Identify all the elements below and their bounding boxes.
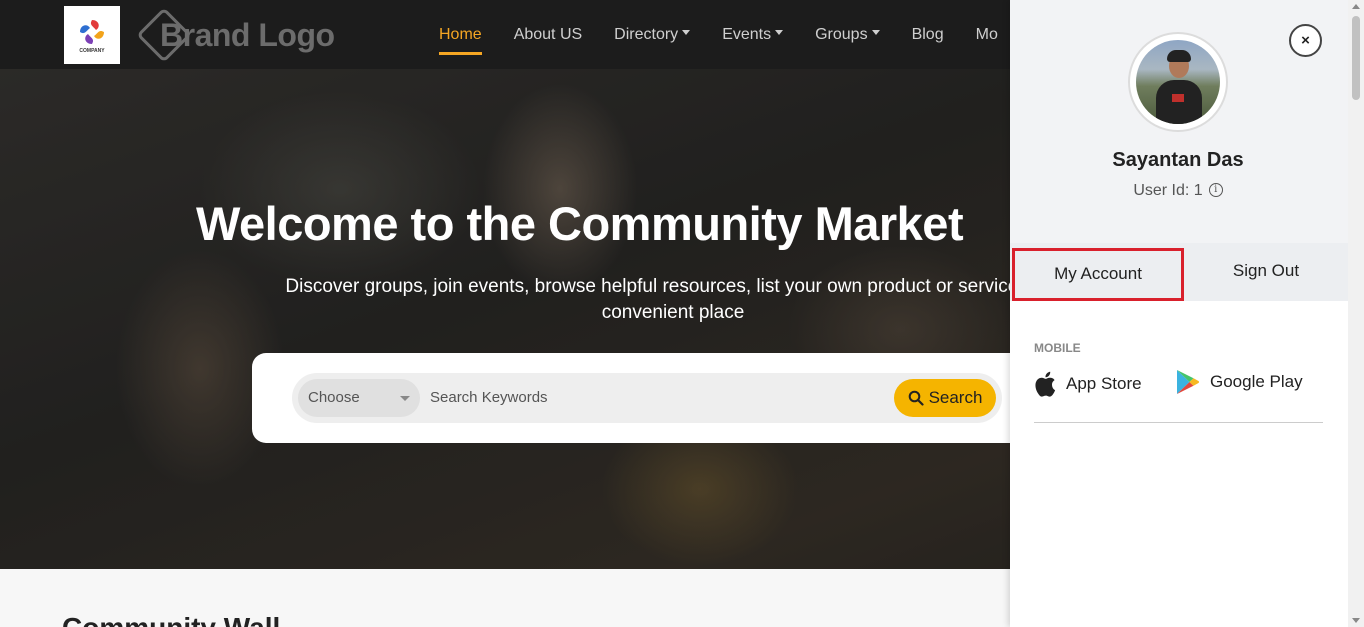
app-store-link[interactable]: App Store bbox=[1034, 371, 1142, 397]
search-card: Choose Search bbox=[252, 353, 1032, 443]
brand-logo-text: Brand Logo bbox=[160, 16, 335, 53]
google-play-label: Google Play bbox=[1210, 372, 1303, 391]
avatar-hair bbox=[1167, 50, 1191, 62]
search-bar: Choose Search bbox=[292, 373, 1002, 423]
apple-icon bbox=[1035, 371, 1056, 397]
company-logo[interactable]: COMPANY bbox=[64, 6, 120, 64]
info-icon[interactable]: i bbox=[1208, 182, 1223, 197]
account-tabs: My Account Sign Out bbox=[1010, 243, 1348, 301]
scroll-up-arrow-icon[interactable] bbox=[1352, 4, 1360, 9]
caret-down-icon bbox=[775, 29, 784, 35]
chevron-down-icon bbox=[400, 396, 410, 401]
nav-events[interactable]: Events bbox=[722, 25, 784, 44]
nav-groups[interactable]: Groups bbox=[815, 25, 880, 44]
user-id: User Id: 1 bbox=[1133, 182, 1203, 199]
nav-events-label: Events bbox=[722, 25, 772, 43]
my-account-tab[interactable]: My Account bbox=[1012, 248, 1184, 301]
mobile-section-label: MOBILE bbox=[1034, 341, 1081, 355]
search-button[interactable]: Search bbox=[894, 379, 996, 417]
hero-subtitle-line2: convenient place bbox=[601, 302, 745, 323]
avatar-shirt-logo bbox=[1172, 94, 1184, 102]
nav-about-us[interactable]: About US bbox=[514, 26, 582, 44]
hero-subtitle-line1: Discover groups, join events, browse hel… bbox=[285, 276, 1061, 297]
close-drawer-button[interactable]: × bbox=[1289, 24, 1322, 57]
nav-home[interactable]: Home bbox=[439, 26, 482, 55]
company-logo-text: COMPANY bbox=[79, 47, 105, 54]
category-select-value: Choose bbox=[308, 389, 360, 406]
google-play-icon bbox=[1177, 370, 1200, 394]
avatar-frame bbox=[1128, 32, 1228, 132]
category-select[interactable]: Choose bbox=[298, 379, 420, 417]
user-id-row: User Id: 1 i bbox=[1010, 182, 1346, 200]
divider bbox=[1034, 422, 1323, 423]
caret-down-icon bbox=[871, 29, 880, 35]
google-play-link[interactable]: Google Play bbox=[1176, 369, 1303, 395]
main-nav: Home About US Directory Events Groups Bl… bbox=[439, 0, 1030, 69]
search-keywords-input[interactable] bbox=[430, 389, 880, 406]
nav-more[interactable]: Mo bbox=[976, 26, 998, 44]
caret-down-icon bbox=[682, 29, 691, 35]
brand-logo[interactable]: Brand Logo bbox=[136, 7, 335, 63]
scrollbar-thumb[interactable] bbox=[1352, 16, 1360, 100]
nav-groups-label: Groups bbox=[815, 25, 868, 43]
sign-out-tab[interactable]: Sign Out bbox=[1184, 248, 1348, 301]
search-button-label: Search bbox=[928, 388, 983, 407]
nav-directory-label: Directory bbox=[614, 25, 679, 43]
user-drawer: × Sayantan Das User Id: 1 i My Account Si… bbox=[1010, 0, 1348, 627]
search-icon bbox=[908, 390, 924, 406]
section-title: Community Wall bbox=[62, 612, 280, 627]
nav-directory[interactable]: Directory bbox=[614, 25, 691, 44]
app-store-label: App Store bbox=[1066, 374, 1142, 393]
user-name: Sayantan Das bbox=[1112, 149, 1244, 171]
nav-blog[interactable]: Blog bbox=[912, 26, 944, 44]
page-scrollbar[interactable] bbox=[1348, 0, 1364, 627]
close-icon: × bbox=[1301, 32, 1310, 49]
scroll-down-arrow-icon[interactable] bbox=[1352, 618, 1360, 623]
avatar-body bbox=[1156, 80, 1202, 124]
profile-panel: × Sayantan Das User Id: 1 i bbox=[1010, 0, 1348, 243]
avatar[interactable] bbox=[1136, 40, 1220, 124]
company-swirl-icon bbox=[80, 19, 104, 44]
hero-subtitle: Discover groups, join events, browse hel… bbox=[193, 274, 1153, 326]
hero-title: Welcome to the Community Market bbox=[196, 197, 964, 250]
